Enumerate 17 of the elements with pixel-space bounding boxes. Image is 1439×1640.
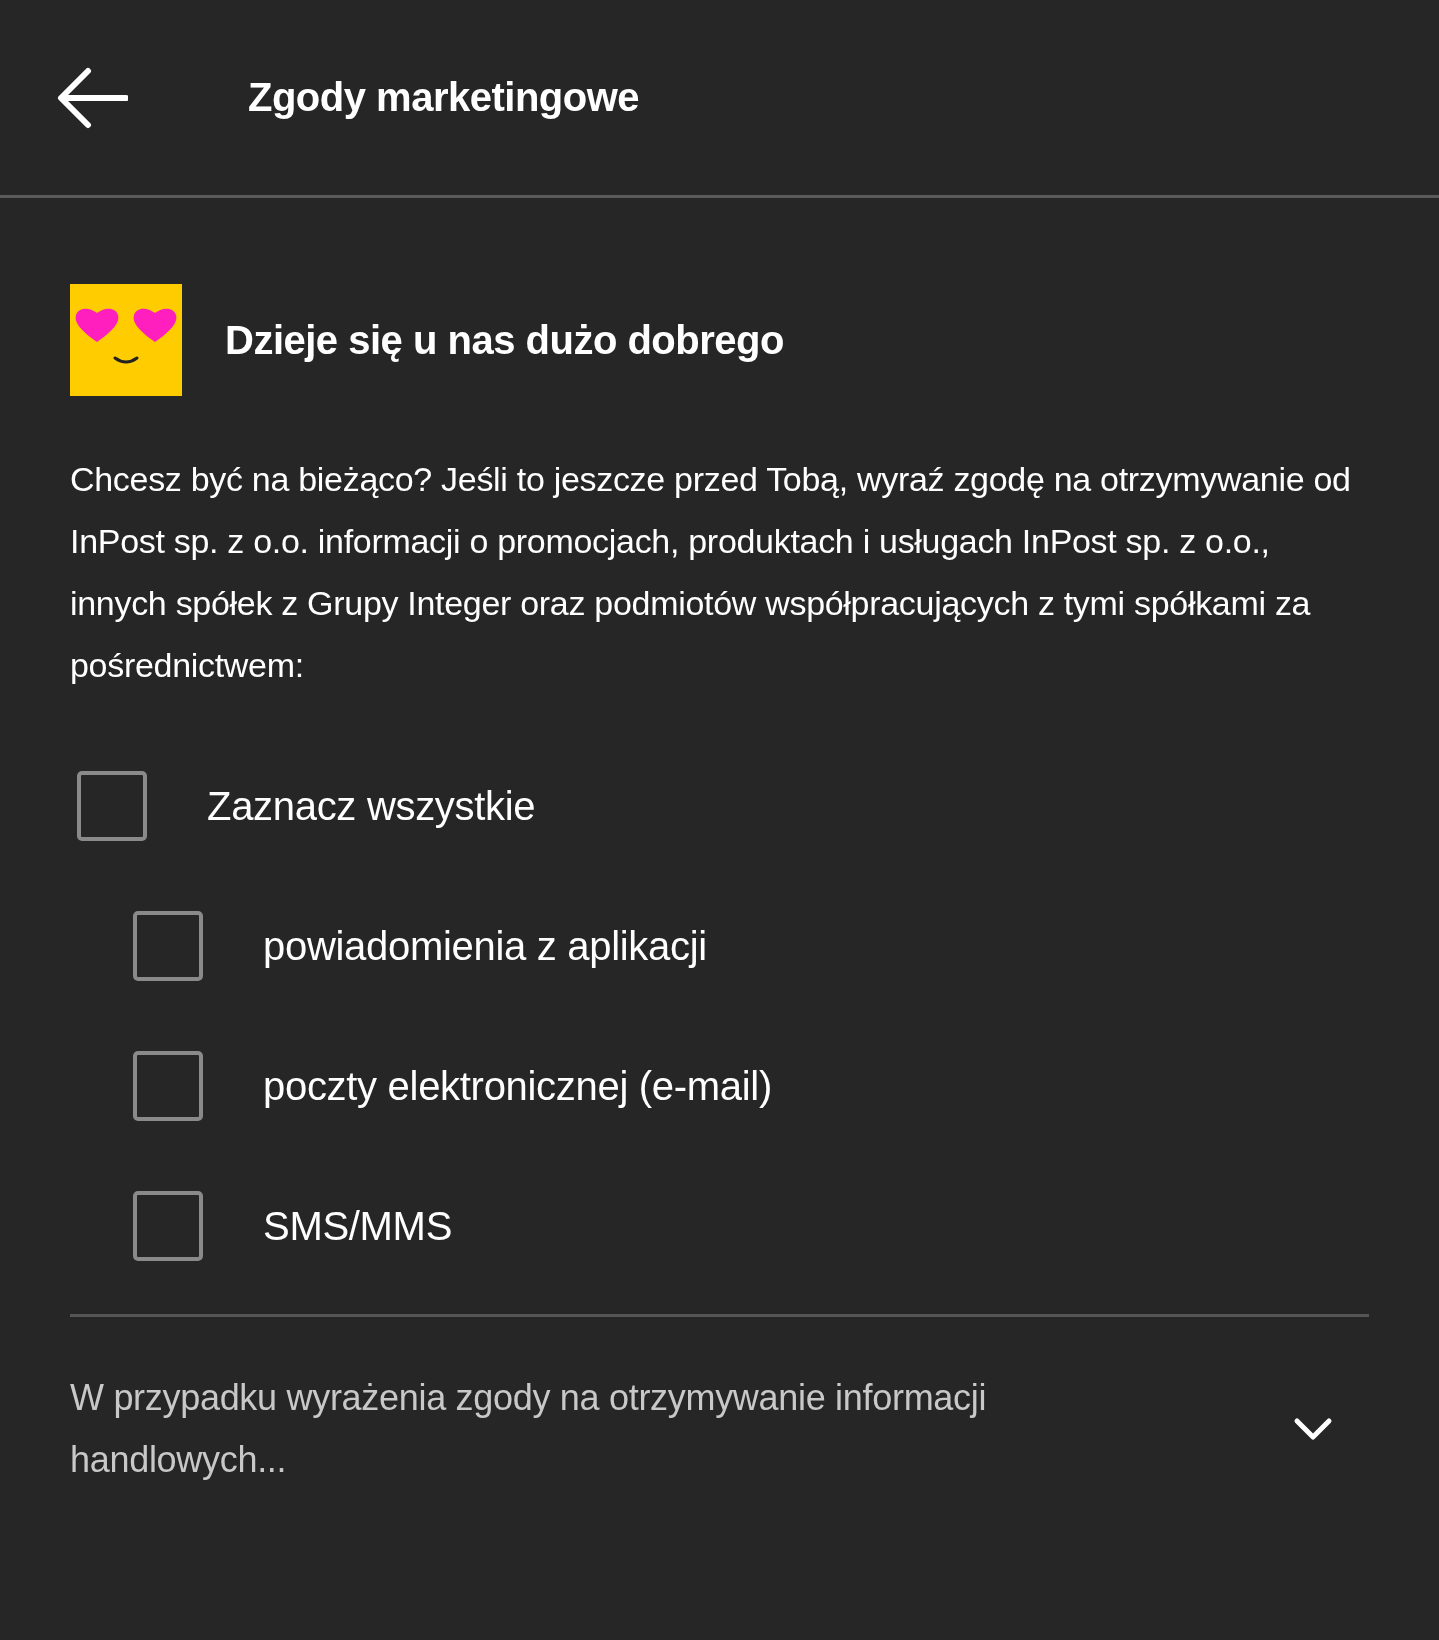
heart-eyes-icon xyxy=(70,284,182,396)
checkbox[interactable] xyxy=(133,1191,203,1261)
checkbox-label: Zaznacz wszystkie xyxy=(207,783,536,829)
checkbox-label: poczty elektronicznej (e-mail) xyxy=(263,1063,772,1109)
chevron-icon xyxy=(1293,1416,1333,1442)
description-text: Chcesz być na bieżąco? Jeśli to jeszcze przed Tobą, wyraź zgodę na otrzymywanie od InPost sp. z o.o. informacji o promocjach, produktach i usługach InPost sp. z o.o., innych spółek z Grupy Integer oraz podmiotów współpracujących z tymi spółkami za pośrednictwem: xyxy=(70,459,1352,686)
expand-button[interactable] xyxy=(1293,1416,1333,1442)
legal-note-text: W przypadku wyrażenia zgody na otrzymywanie informacji handlowych... xyxy=(70,1376,988,1482)
checkbox[interactable] xyxy=(133,911,203,981)
back-arrow-icon xyxy=(56,66,128,129)
checkbox[interactable] xyxy=(77,771,147,841)
back-button[interactable] xyxy=(56,66,128,129)
banner-heading: Dzieje się u nas dużo dobrego xyxy=(225,317,784,363)
page-title: Zgody marketingowe xyxy=(248,75,640,120)
checkbox-label: SMS/MMS xyxy=(263,1203,452,1249)
checkbox-label: powiadomienia z aplikacji xyxy=(263,923,707,969)
checkbox[interactable] xyxy=(133,1051,203,1121)
